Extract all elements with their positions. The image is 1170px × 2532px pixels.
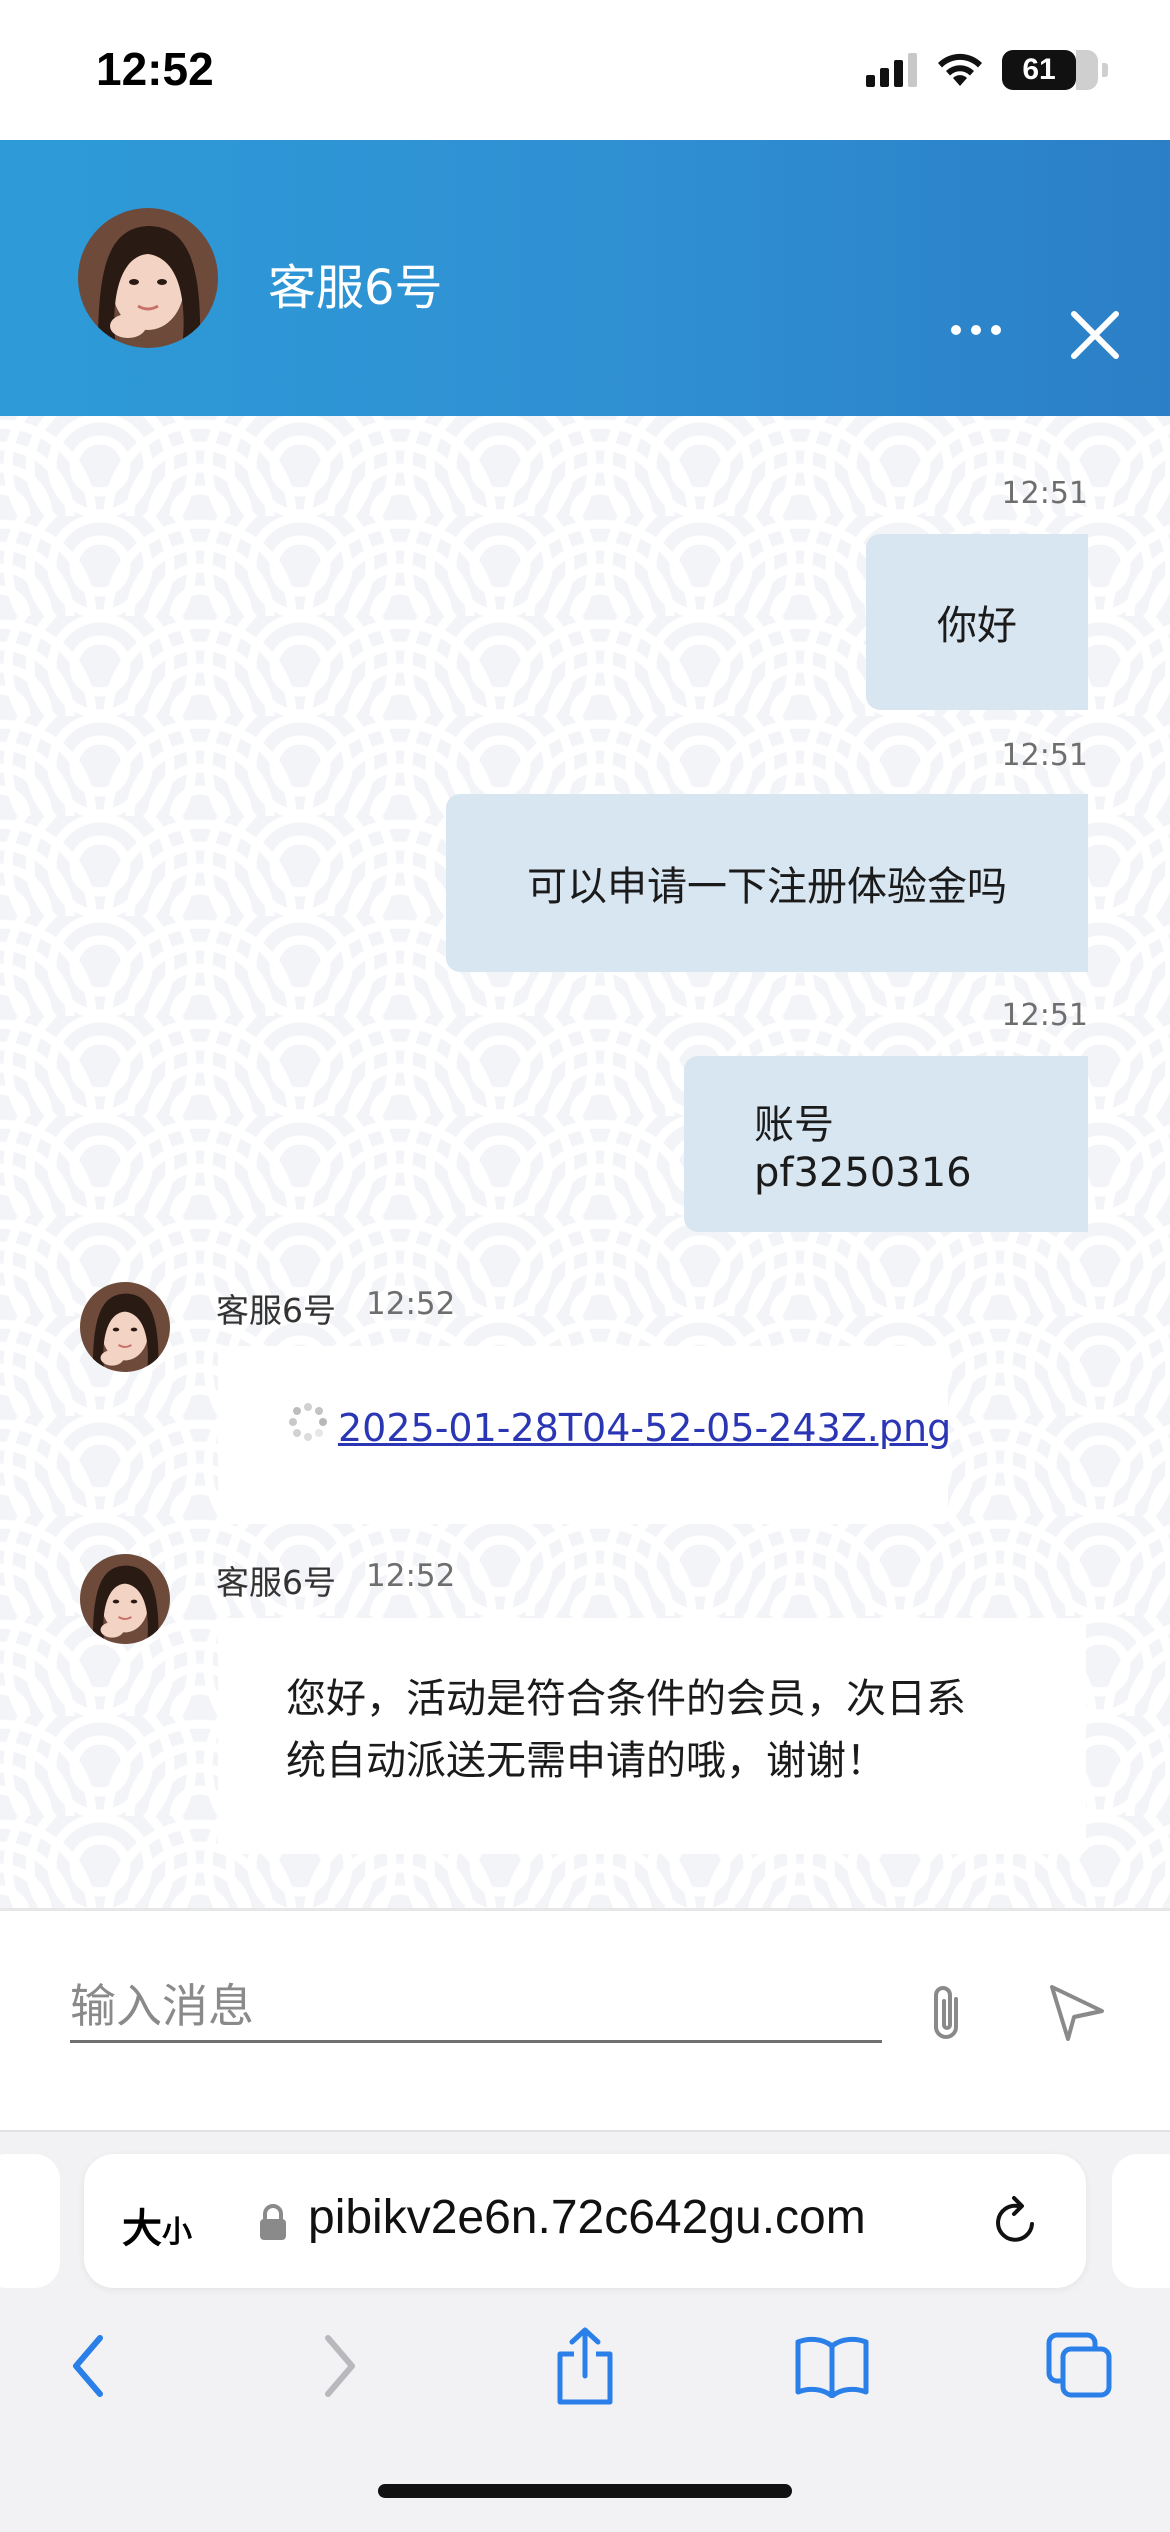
lock-icon <box>260 2204 286 2240</box>
message-timestamp: 12:52 <box>366 1286 456 1322</box>
status-bar: 12:52 61 <box>0 0 1170 140</box>
back-button[interactable] <box>48 2326 128 2406</box>
text-size-button[interactable]: 大小 <box>122 2196 192 2254</box>
incoming-message[interactable]: 您好，活动是符合条件的会员，次日系 统自动派送无需申请的哦，谢谢！ <box>218 1618 1086 1854</box>
incoming-file-message: 2025-01-28T04-52-05-243Z.png <box>218 1346 951 1524</box>
loading-spinner-icon <box>289 1403 327 1441</box>
status-time: 12:52 <box>96 43 214 95</box>
url-text: pibikv2e6n.72c642gu.com <box>308 2191 866 2244</box>
text-size-big: 大 <box>122 2206 162 2252</box>
message-line: 您好，活动是符合条件的会员，次日系 <box>286 1676 966 1722</box>
tabs-button[interactable] <box>1040 2326 1120 2406</box>
home-indicator[interactable] <box>378 2484 792 2498</box>
message-timestamp: 12:51 <box>1001 476 1088 511</box>
bookmarks-button[interactable] <box>792 2326 872 2406</box>
cellular-signal-icon <box>866 53 917 87</box>
close-icon[interactable] <box>1068 308 1122 362</box>
ellipsis-icon[interactable] <box>946 310 1006 350</box>
share-button[interactable] <box>545 2326 625 2406</box>
status-icons: 61 <box>866 50 1112 90</box>
agent-name: 客服6号 <box>268 260 443 316</box>
chevron-left-icon <box>73 2335 103 2397</box>
agent-avatar <box>80 1554 170 1644</box>
browser-bottom-bar: 大小 pibikv2e6n.72c642gu.com <box>0 2130 1170 2532</box>
agent-avatar <box>80 1282 170 1372</box>
reload-icon[interactable] <box>988 2194 1044 2250</box>
battery-level: 61 <box>1022 53 1056 86</box>
message-timestamp: 12:51 <box>1001 738 1088 773</box>
outgoing-message[interactable]: 你好 <box>866 534 1088 710</box>
chat-area[interactable]: 12:51 你好 12:51 可以申请一下注册体验金吗 12:51 账号pf32… <box>0 416 1170 1908</box>
chevron-right-icon <box>325 2335 355 2397</box>
message-line: 统自动派送无需申请的哦，谢谢！ <box>286 1738 886 1784</box>
previous-tab-preview[interactable] <box>0 2154 60 2288</box>
send-icon[interactable] <box>1046 1981 1108 2043</box>
message-input[interactable] <box>70 1971 882 2043</box>
message-timestamp: 12:51 <box>1001 998 1088 1033</box>
message-text: 您好，活动是符合条件的会员，次日系 统自动派送无需申请的哦，谢谢！ <box>286 1668 1046 1792</box>
sender-name: 客服6号 <box>216 1291 336 1330</box>
text-size-small: 小 <box>162 2215 192 2250</box>
paperclip-icon[interactable] <box>922 1981 974 2047</box>
outgoing-message[interactable]: 可以申请一下注册体验金吗 <box>446 794 1088 972</box>
book-icon <box>795 2336 869 2398</box>
message-input-bar <box>0 1908 1170 2130</box>
agent-avatar <box>78 208 218 348</box>
next-tab-preview[interactable] <box>1112 2154 1170 2288</box>
wifi-icon <box>938 53 982 86</box>
message-timestamp: 12:52 <box>366 1558 456 1594</box>
tabs-icon <box>1046 2332 1112 2398</box>
sender-name: 客服6号 <box>216 1563 336 1602</box>
forward-button[interactable] <box>300 2326 380 2406</box>
battery-icon: 61 <box>1002 50 1108 90</box>
share-icon <box>557 2327 613 2405</box>
chat-header: 客服6号 <box>0 140 1170 416</box>
outgoing-message[interactable]: 账号pf3250316 <box>684 1056 1088 1232</box>
address-bar[interactable]: 大小 pibikv2e6n.72c642gu.com <box>84 2154 1086 2288</box>
file-link[interactable]: 2025-01-28T04-52-05-243Z.png <box>338 1406 951 1450</box>
